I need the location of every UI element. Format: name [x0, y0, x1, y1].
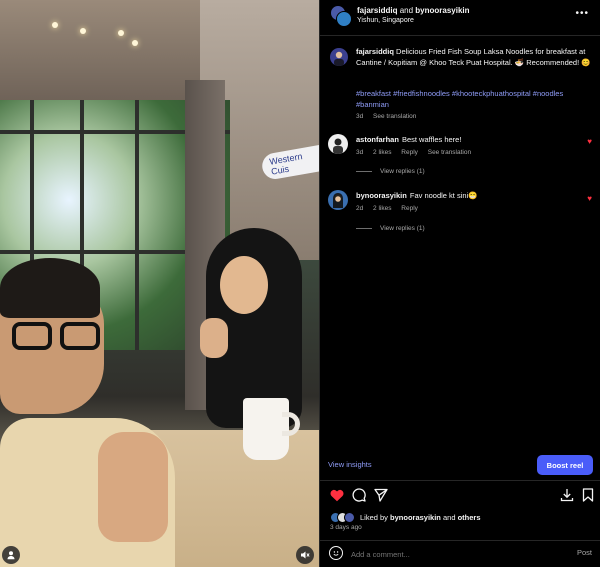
caption-age: 3d — [356, 113, 364, 120]
avatar[interactable] — [328, 134, 348, 154]
reply-button[interactable]: Reply — [401, 149, 418, 156]
ceiling-light — [80, 28, 86, 34]
post-hashtags[interactable]: #breakfast #friedfishnoodles #khooteckph… — [356, 88, 596, 110]
heart-filled-icon[interactable]: ♥ — [587, 137, 592, 146]
post-date: 3 days ago — [330, 524, 362, 531]
liked-by-prefix: Liked by — [360, 512, 388, 522]
and-text: and — [399, 6, 414, 15]
comment-text: Fav noodle kt sini😁 — [409, 191, 478, 200]
ceiling-light — [132, 40, 138, 46]
comment-username[interactable]: astonfarhan — [356, 135, 399, 144]
download-icon[interactable] — [558, 486, 576, 504]
divider — [320, 480, 600, 481]
user-icon[interactable] — [2, 546, 20, 564]
view-replies-button[interactable]: View replies (1) — [356, 168, 425, 175]
comment-username[interactable]: bynoorasyikin — [356, 191, 407, 200]
author-username[interactable]: fajarsiddiq — [357, 6, 397, 15]
comment-meta: 2d 2 likes Reply — [356, 205, 426, 212]
see-translation-link[interactable]: See translation — [428, 149, 471, 156]
post-viewer: Western Cuis fajarsiddiq and bynoorasyik… — [0, 0, 600, 567]
avatar[interactable] — [336, 11, 352, 27]
comment-age: 2d — [356, 205, 364, 212]
comment-item: astonfarhan Best waffles here! — [356, 135, 461, 144]
comment-likes[interactable]: 2 likes — [373, 149, 391, 156]
liked-by: Liked by bynoorasyikin and others — [330, 510, 481, 524]
liked-by-and: and — [442, 512, 456, 522]
collab-avatars[interactable] — [330, 5, 352, 27]
insights-row: View insights Boost reel — [320, 452, 600, 478]
post-location[interactable]: Yishun, Singapore — [357, 17, 414, 24]
comment-input[interactable] — [351, 548, 551, 560]
collaborator-username[interactable]: bynoorasyikin — [415, 6, 469, 15]
post-authors: fajarsiddiq and bynoorasyikin — [357, 6, 470, 15]
ceiling-light — [118, 30, 124, 36]
comment-meta: 3d 2 likes Reply See translation — [356, 149, 479, 156]
heart-filled-icon[interactable] — [328, 486, 346, 504]
liked-by-others[interactable]: others — [458, 513, 481, 522]
heart-filled-icon[interactable]: ♥ — [587, 194, 592, 203]
comment-bar: Post — [320, 541, 600, 567]
action-bar — [320, 484, 600, 508]
comment-item: bynoorasyikin Fav noodle kt sini😁 — [356, 191, 478, 200]
post-details-panel: fajarsiddiq and bynoorasyikin Yishun, Si… — [319, 0, 600, 567]
post-caption: fajarsiddiq Delicious Fried Fish Soup La… — [356, 46, 591, 68]
comment-likes[interactable]: 2 likes — [373, 205, 391, 212]
photo-raised-hand — [98, 432, 168, 542]
view-replies-button[interactable]: View replies (1) — [356, 225, 425, 232]
post-header: fajarsiddiq and bynoorasyikin Yishun, Si… — [320, 0, 600, 36]
glasses — [8, 322, 100, 350]
post-photo[interactable]: Western Cuis — [0, 0, 319, 567]
avatar[interactable] — [328, 190, 348, 210]
boost-reel-button[interactable]: Boost reel — [537, 455, 593, 475]
caption-meta: 3d See translation — [356, 113, 424, 120]
post-comment-button[interactable]: Post — [577, 548, 592, 557]
share-icon[interactable] — [372, 486, 390, 504]
liked-by-user[interactable]: bynoorasyikin — [390, 513, 441, 522]
ceiling-light — [52, 22, 58, 28]
view-insights-link[interactable]: View insights — [328, 460, 372, 469]
comment-age: 3d — [356, 149, 364, 156]
photo-waving-hand — [200, 318, 228, 358]
muted-icon[interactable] — [296, 546, 314, 564]
see-translation-link[interactable]: See translation — [373, 113, 416, 120]
reply-button[interactable]: Reply — [401, 205, 418, 212]
emoji-icon[interactable] — [329, 546, 343, 560]
avatar[interactable] — [330, 48, 348, 66]
comment-icon[interactable] — [350, 486, 368, 504]
comment-text: Best waffles here! — [401, 135, 462, 144]
bookmark-icon[interactable] — [579, 486, 597, 504]
more-horizontal-icon[interactable]: ••• — [575, 8, 589, 19]
caption-username[interactable]: fajarsiddiq — [356, 47, 394, 56]
avatar[interactable] — [344, 511, 355, 523]
